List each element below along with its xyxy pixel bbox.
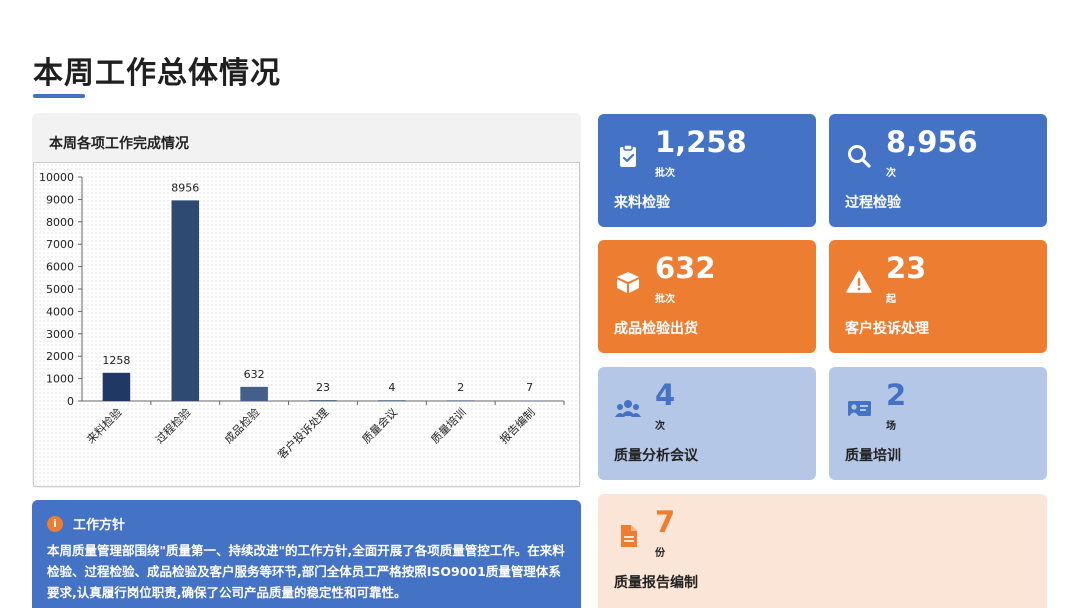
card-label: 成品检验出货: [614, 321, 698, 337]
y-tick-label: 5000: [46, 283, 74, 296]
data-label: 8956: [171, 181, 199, 194]
card-value: 4: [655, 378, 676, 412]
y-tick-label: 9000: [46, 193, 74, 206]
x-tick-label: 客户投诉处理: [275, 405, 332, 462]
card-value: 632: [655, 251, 716, 285]
document-icon: [621, 525, 637, 547]
bar-chart: 0 1000 2000 3000 4000 5000 6000 7000 8000 9000 100…: [39, 171, 565, 462]
card-unit: 次: [655, 421, 665, 432]
card-process-inspection: 8,956 次 过程检验: [829, 114, 1047, 227]
card-quality-training: 2 场 质量培训: [829, 367, 1047, 480]
bar: [240, 386, 268, 401]
card-quality-report: 7 份 质量报告编制: [598, 494, 1047, 608]
bar: [309, 400, 337, 401]
x-tick-label: 质量会议: [360, 406, 400, 446]
bar: [446, 400, 475, 401]
clipboard-check-icon: [620, 144, 636, 167]
card-value: 23: [886, 251, 927, 285]
card-unit: 批次: [655, 294, 675, 305]
data-label: 1258: [102, 354, 130, 367]
bar: [171, 200, 200, 401]
data-label: 23: [316, 381, 330, 394]
box-icon: [617, 272, 639, 293]
card-label: 过程检验: [845, 195, 901, 211]
data-label: 632: [244, 368, 265, 381]
policy-title: 工作方针: [73, 518, 126, 533]
y-tick-label: 7000: [46, 238, 74, 251]
card-label: 质量培训: [845, 448, 901, 464]
card-label: 客户投诉处理: [845, 321, 929, 337]
x-tick-label: 过程检验: [152, 405, 193, 446]
bar: [515, 400, 544, 401]
card-unit: 次: [886, 168, 896, 179]
card-incoming-inspection: 1,258 批次 来料检验: [598, 114, 816, 227]
card-value: 8,956: [886, 125, 978, 159]
card-value: 1,258: [655, 125, 747, 159]
info-icon: i: [47, 515, 63, 532]
work-policy-box: i 工作方针 本周质量管理部围绕"质量第一、持续改进"的工作方针,全面开展了各项…: [32, 500, 581, 608]
y-tick-label: 0: [67, 395, 74, 408]
page-title: 本周工作总体情况: [33, 56, 281, 91]
bar: [378, 400, 406, 401]
card-unit: 场: [886, 421, 896, 432]
data-label: 7: [526, 381, 533, 394]
card-unit: 份: [655, 548, 665, 559]
training-presentation-icon: [848, 401, 871, 416]
card-unit: 起: [886, 294, 896, 305]
card-finished-goods: 632 批次 成品检验出货: [598, 240, 816, 353]
card-value: 7: [655, 505, 676, 539]
card-value: 2: [886, 378, 907, 412]
policy-text: 本周质量管理部围绕"质量第一、持续改进"的工作方针,全面开展了各项质量管控工作。…: [47, 543, 565, 600]
y-tick-label: 3000: [46, 328, 74, 341]
y-tick-label: 8000: [46, 216, 74, 229]
data-label: 2: [457, 381, 464, 394]
y-tick-label: 10000: [39, 171, 74, 184]
data-label: 4: [388, 381, 395, 394]
card-unit: 批次: [655, 168, 675, 179]
y-tick-label: 6000: [46, 261, 74, 274]
x-tick-label: 质量培训: [428, 405, 469, 446]
title-underline: [33, 94, 85, 98]
x-tick-label: 成品检验: [221, 405, 262, 446]
chart-panel: 本周各项工作完成情况 0 1000 2000 3000 4000 5000 6000 7000…: [32, 113, 581, 488]
card-label: 质量分析会议: [614, 448, 698, 464]
y-tick-label: 4000: [46, 305, 74, 318]
warning-icon: [846, 270, 872, 293]
x-tick-label: 报告编制: [497, 405, 538, 446]
card-complaints: 23 起 客户投诉处理: [829, 240, 1047, 353]
meeting-group-icon: [615, 400, 641, 417]
y-tick-label: 1000: [46, 373, 74, 386]
y-tick-label: 2000: [46, 350, 74, 363]
card-label: 质量报告编制: [614, 575, 698, 591]
chart-area: 0 1000 2000 3000 4000 5000 6000 7000 8000 9000 100…: [33, 162, 580, 487]
card-label: 来料检验: [614, 195, 670, 211]
bar: [102, 372, 131, 401]
chart-panel-title: 本周各项工作完成情况: [49, 136, 189, 152]
card-quality-meeting: 4 次 质量分析会议: [598, 367, 816, 480]
x-tick-label: 来料检验: [84, 405, 125, 446]
search-icon: [848, 145, 871, 168]
